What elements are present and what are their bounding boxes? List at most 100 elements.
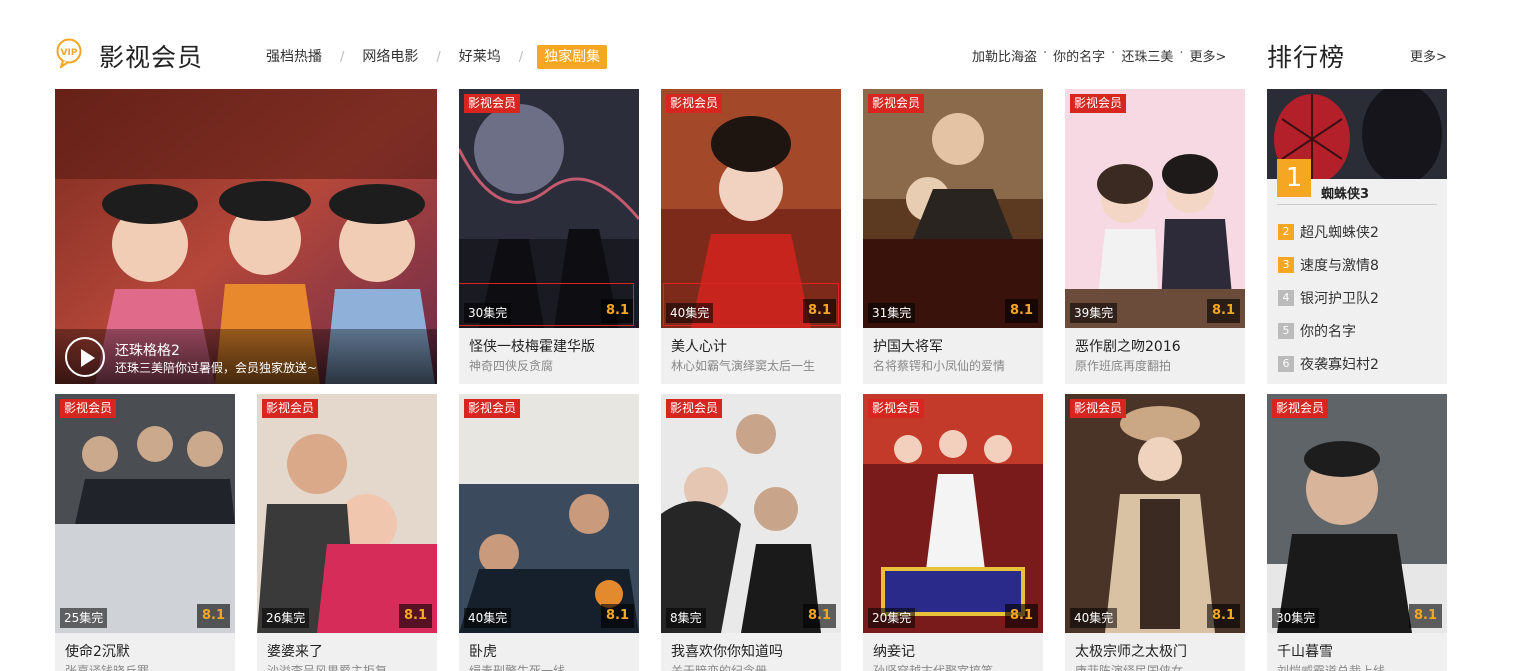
poster: 影视会员 30集完 8.1	[459, 89, 639, 328]
vip-badge: 影视会员	[464, 399, 521, 418]
ranking-item[interactable]: 3 速度与激情8	[1278, 255, 1379, 275]
vip-badge: 影视会员	[60, 399, 117, 418]
episode-count: 20集完	[868, 608, 916, 628]
card-subtitle: 缉毒刑警生死一线	[469, 664, 566, 671]
card-subtitle: 神奇四侠反贪腐	[469, 359, 554, 373]
video-card[interactable]: 影视会员 31集完 8.1 护国大将军 名将蔡锷和小凤仙的爱情	[863, 89, 1043, 384]
ranking-item[interactable]: 6 夜袭寡妇村2	[1278, 354, 1379, 374]
category-tabs: 强档热播 / 网络电影 / 好莱坞 / 独家剧集	[262, 44, 608, 70]
card-title: 使命2沉默	[65, 644, 130, 660]
ranking-number: 3	[1278, 257, 1294, 273]
card-title: 纳妾记	[873, 644, 915, 660]
rating: 8.1	[1206, 299, 1240, 323]
ranking-item[interactable]: 2 超凡蜘蛛侠2	[1278, 222, 1379, 242]
ranking-number: 6	[1278, 356, 1294, 372]
card-subtitle: 林心如霸气演绎窦太后一生	[671, 359, 816, 373]
more-link[interactable]: 更多>	[1189, 46, 1226, 65]
poster: 影视会员 40集完 8.1	[1065, 394, 1245, 633]
vip-badge: 影视会员	[666, 94, 723, 113]
ranking-top-item[interactable]: 1 蜘蛛侠3	[1267, 89, 1447, 209]
episode-count: 40集完	[464, 608, 512, 628]
ranking-name: 你的名字	[1300, 324, 1356, 340]
vip-badge: 影视会员	[1070, 399, 1127, 418]
poster: 影视会员 39集完 8.1	[1065, 89, 1245, 328]
episode-count: 25集完	[60, 608, 108, 628]
feature-subtitle: 还珠三美陪你过暑假，会员独家放送~	[115, 361, 318, 375]
vip-badge: 影视会员	[1272, 399, 1329, 418]
card-subtitle: 关于暗恋的纪念册	[671, 664, 768, 671]
highlight-box	[663, 283, 839, 326]
rating: 8.1	[196, 604, 230, 628]
card-title: 我喜欢你你知道吗	[671, 644, 783, 660]
tab-hollywood[interactable]: 好莱坞	[455, 45, 505, 69]
card-title: 怪侠一枝梅霍建华版	[469, 339, 595, 355]
card-title: 婆婆来了	[267, 644, 323, 660]
ranking-item[interactable]: 4 银河护卫队2	[1278, 288, 1379, 308]
poster-image	[1065, 89, 1245, 328]
ranking-name: 银河护卫队2	[1300, 291, 1379, 307]
poster: 影视会员 31集完 8.1	[863, 89, 1043, 328]
vip-badge: 影视会员	[666, 399, 723, 418]
ranking-number: 2	[1278, 224, 1294, 240]
hot-links: 加勒比海盗 · 你的名字 · 还珠三美 · 更多>	[972, 46, 1227, 65]
poster-image	[1267, 394, 1447, 633]
episode-count: 26集完	[262, 608, 310, 628]
video-card[interactable]: 影视会员 25集完 8.1 使命2沉默 张嘉译钱晓丘罪	[55, 394, 235, 671]
ranking-title: 排行榜	[1267, 43, 1346, 72]
ranking-more-link[interactable]: 更多>	[1410, 46, 1447, 65]
rating: 8.1	[398, 604, 432, 628]
poster-image	[863, 89, 1043, 328]
tab-exclusive[interactable]: 独家剧集	[537, 45, 608, 69]
ranking-name: 夜袭寡妇村2	[1300, 357, 1379, 373]
poster-image	[257, 394, 437, 633]
section-title: 影视会员	[99, 43, 204, 72]
ranking-name: 速度与激情8	[1300, 258, 1379, 274]
vip-icon: VIP	[56, 38, 82, 68]
video-card[interactable]: 影视会员 40集完 8.1 卧虎 缉毒刑警生死一线	[459, 394, 639, 671]
video-card[interactable]: 影视会员 40集完 8.1 太极宗师之太极门 唐菲陈演绎民国侠女	[1065, 394, 1245, 671]
feature-caption: 还珠格格2 还珠三美陪你过暑假，会员独家放送~	[55, 329, 437, 384]
play-icon[interactable]	[65, 337, 105, 377]
ranking-panel: 1 蜘蛛侠3 2 超凡蜘蛛侠2 3 速度与激情8 4 银河护卫队2 5 你的名字…	[1267, 89, 1447, 384]
card-title: 卧虎	[469, 644, 497, 660]
poster-image	[661, 394, 841, 633]
poster: 影视会员 26集完 8.1	[257, 394, 437, 633]
vip-badge: 影视会员	[1070, 94, 1127, 113]
poster: 影视会员 40集完 8.1	[661, 89, 841, 328]
hot-link[interactable]: 你的名字	[1053, 46, 1105, 65]
poster: 影视会员 25集完 8.1	[55, 394, 235, 633]
poster: 影视会员 30集完 8.1	[1267, 394, 1447, 633]
video-card[interactable]: 影视会员 30集完 8.1 怪侠一枝梅霍建华版 神奇四侠反贪腐	[459, 89, 639, 384]
poster-image	[459, 394, 639, 633]
card-subtitle: 孙坚穿越古代娶宰搞笑	[873, 664, 994, 671]
rating: 8.1	[600, 604, 634, 628]
vip-logo-text: VIP	[61, 48, 78, 58]
poster-image	[55, 394, 235, 633]
card-subtitle: 唐菲陈演绎民国侠女	[1075, 664, 1184, 671]
video-card[interactable]: 影视会员 30集完 8.1 千山暮雪 刘恺威霸道总裁上线	[1267, 394, 1447, 671]
video-card[interactable]: 影视会员 8集完 8.1 我喜欢你你知道吗 关于暗恋的纪念册	[661, 394, 841, 671]
video-card[interactable]: 影视会员 26集完 8.1 婆婆来了 沙溢李呈风男爵主拒复	[257, 394, 437, 671]
hot-link[interactable]: 加勒比海盗	[972, 46, 1037, 65]
rating: 8.1	[1004, 604, 1038, 628]
ranking-number: 4	[1278, 290, 1294, 306]
tab-hot[interactable]: 强档热播	[262, 45, 326, 69]
hot-link[interactable]: 还珠三美	[1121, 46, 1173, 65]
video-card[interactable]: 影视会员 39集完 8.1 恶作剧之吻2016 原作班底再度翻拍	[1065, 89, 1245, 384]
episode-count: 30集完	[1272, 608, 1320, 628]
poster: 影视会员 40集完 8.1	[459, 394, 639, 633]
card-title: 护国大将军	[873, 339, 943, 355]
tab-separator: /	[436, 49, 441, 65]
tab-separator: /	[340, 49, 345, 65]
ranking-item[interactable]: 5 你的名字	[1278, 321, 1356, 341]
card-title: 太极宗师之太极门	[1075, 644, 1187, 660]
video-card[interactable]: 影视会员 40集完 8.1 美人心计 林心如霸气演绎窦太后一生	[661, 89, 841, 384]
feature-banner[interactable]: 还珠格格2 还珠三美陪你过暑假，会员独家放送~	[55, 89, 437, 384]
tab-web-movie[interactable]: 网络电影	[358, 45, 422, 69]
ranking-name: 超凡蜘蛛侠2	[1300, 225, 1379, 241]
episode-count: 40集完	[1070, 608, 1118, 628]
card-title: 美人心计	[671, 339, 727, 355]
poster: 影视会员 20集完 8.1	[863, 394, 1043, 633]
video-card[interactable]: 影视会员 20集完 8.1 纳妾记 孙坚穿越古代娶宰搞笑	[863, 394, 1043, 671]
episode-count: 8集完	[666, 608, 706, 628]
